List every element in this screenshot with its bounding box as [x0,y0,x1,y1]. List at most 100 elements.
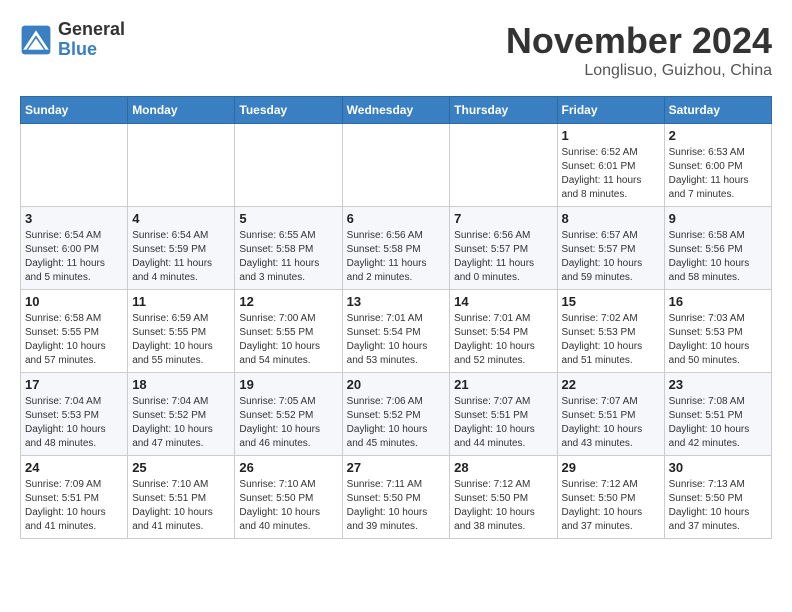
day-number: 8 [562,211,660,226]
day-number: 6 [347,211,446,226]
calendar-cell: 20Sunrise: 7:06 AM Sunset: 5:52 PM Dayli… [342,373,450,456]
day-info: Sunrise: 7:01 AM Sunset: 5:54 PM Dayligh… [347,312,446,368]
day-info: Sunrise: 6:58 AM Sunset: 5:55 PM Dayligh… [25,312,123,368]
calendar-cell: 22Sunrise: 7:07 AM Sunset: 5:51 PM Dayli… [557,373,664,456]
calendar-week-row: 10 Sunrise: 6:58 AM Sunset: 5:55 PM Dayli… [21,290,772,373]
weekday-header: Wednesday [342,97,450,124]
calendar-cell: 26Sunrise: 7:10 AM Sunset: 5:50 PM Dayli… [235,456,342,539]
day-number: 21 [454,377,552,392]
day-number: 14 [454,294,552,309]
day-number: 17 [25,377,123,392]
calendar-cell: 3 Sunrise: 6:54 AM Sunset: 6:00 PM Daylig… [21,207,128,290]
day-number: 18 [132,377,230,392]
day-info: Sunrise: 6:54 AM Sunset: 5:59 PM Dayligh… [132,229,230,285]
weekday-header: Tuesday [235,97,342,124]
day-info: Sunrise: 7:08 AM Sunset: 5:51 PM Dayligh… [669,395,767,451]
day-info: Sunrise: 7:13 AM Sunset: 5:50 PM Dayligh… [669,478,767,534]
day-info: Sunrise: 6:55 AM Sunset: 5:58 PM Dayligh… [239,229,337,285]
day-info: Sunrise: 7:04 AM Sunset: 5:53 PM Dayligh… [25,395,123,451]
day-info: Sunrise: 6:59 AM Sunset: 5:55 PM Dayligh… [132,312,230,368]
day-number: 27 [347,460,446,475]
day-info: Sunrise: 7:12 AM Sunset: 5:50 PM Dayligh… [562,478,660,534]
calendar-week-row: 1Sunrise: 6:52 AM Sunset: 6:01 PM Daylig… [21,124,772,207]
day-info: Sunrise: 6:57 AM Sunset: 5:57 PM Dayligh… [562,229,660,285]
calendar-cell: 18 Sunrise: 7:04 AM Sunset: 5:52 PM Dayli… [128,373,235,456]
day-number: 15 [562,294,660,309]
calendar-cell: 29 Sunrise: 7:12 AM Sunset: 5:50 PM Dayli… [557,456,664,539]
weekday-header: Monday [128,97,235,124]
day-number: 26 [239,460,337,475]
calendar-cell [21,124,128,207]
day-number: 7 [454,211,552,226]
logo-blue-text: Blue [58,40,125,60]
day-info: Sunrise: 7:01 AM Sunset: 5:54 PM Dayligh… [454,312,552,368]
day-number: 20 [347,377,446,392]
day-info: Sunrise: 7:05 AM Sunset: 5:52 PM Dayligh… [239,395,337,451]
day-info: Sunrise: 7:10 AM Sunset: 5:51 PM Dayligh… [132,478,230,534]
calendar-cell: 7 Sunrise: 6:56 AM Sunset: 5:57 PM Daylig… [450,207,557,290]
calendar-cell [235,124,342,207]
day-info: Sunrise: 6:52 AM Sunset: 6:01 PM Dayligh… [562,146,660,202]
calendar-cell: 30 Sunrise: 7:13 AM Sunset: 5:50 PM Dayli… [664,456,771,539]
calendar-cell: 5 Sunrise: 6:55 AM Sunset: 5:58 PM Daylig… [235,207,342,290]
day-number: 29 [562,460,660,475]
weekday-header: Thursday [450,97,557,124]
day-number: 4 [132,211,230,226]
calendar-cell [342,124,450,207]
logo-icon [20,24,52,56]
calendar-week-row: 17 Sunrise: 7:04 AM Sunset: 5:53 PM Dayli… [21,373,772,456]
day-info: Sunrise: 6:53 AM Sunset: 6:00 PM Dayligh… [669,146,767,202]
day-info: Sunrise: 7:04 AM Sunset: 5:52 PM Dayligh… [132,395,230,451]
calendar-cell: 24 Sunrise: 7:09 AM Sunset: 5:51 PM Dayli… [21,456,128,539]
day-info: Sunrise: 6:56 AM Sunset: 5:57 PM Dayligh… [454,229,552,285]
day-info: Sunrise: 6:58 AM Sunset: 5:56 PM Dayligh… [669,229,767,285]
day-number: 16 [669,294,767,309]
day-info: Sunrise: 6:56 AM Sunset: 5:58 PM Dayligh… [347,229,446,285]
calendar-cell: 6 Sunrise: 6:56 AM Sunset: 5:58 PM Daylig… [342,207,450,290]
calendar-cell: 13Sunrise: 7:01 AM Sunset: 5:54 PM Dayli… [342,290,450,373]
weekday-header: Friday [557,97,664,124]
location: Longlisuo, Guizhou, China [506,62,772,80]
calendar-cell: 2 Sunrise: 6:53 AM Sunset: 6:00 PM Daylig… [664,124,771,207]
day-number: 25 [132,460,230,475]
calendar-cell: 28 Sunrise: 7:12 AM Sunset: 5:50 PM Dayli… [450,456,557,539]
calendar-cell: 8 Sunrise: 6:57 AM Sunset: 5:57 PM Daylig… [557,207,664,290]
calendar-table: SundayMondayTuesdayWednesdayThursdayFrid… [20,96,772,539]
day-info: Sunrise: 7:12 AM Sunset: 5:50 PM Dayligh… [454,478,552,534]
month-title: November 2024 [506,20,772,62]
calendar-cell: 21Sunrise: 7:07 AM Sunset: 5:51 PM Dayli… [450,373,557,456]
calendar-cell: 15 Sunrise: 7:02 AM Sunset: 5:53 PM Dayli… [557,290,664,373]
calendar-week-row: 3 Sunrise: 6:54 AM Sunset: 6:00 PM Daylig… [21,207,772,290]
day-number: 23 [669,377,767,392]
day-number: 30 [669,460,767,475]
calendar-cell: 25 Sunrise: 7:10 AM Sunset: 5:51 PM Dayli… [128,456,235,539]
logo: General Blue [20,20,125,60]
calendar-cell: 27 Sunrise: 7:11 AM Sunset: 5:50 PM Dayli… [342,456,450,539]
calendar-cell [128,124,235,207]
page-header: General Blue November 2024 Longlisuo, Gu… [20,20,772,80]
day-number: 2 [669,128,767,143]
day-number: 11 [132,294,230,309]
day-info: Sunrise: 7:09 AM Sunset: 5:51 PM Dayligh… [25,478,123,534]
day-number: 24 [25,460,123,475]
day-number: 10 [25,294,123,309]
day-info: Sunrise: 7:00 AM Sunset: 5:55 PM Dayligh… [239,312,337,368]
weekday-header: Saturday [664,97,771,124]
day-info: Sunrise: 7:02 AM Sunset: 5:53 PM Dayligh… [562,312,660,368]
weekday-header: Sunday [21,97,128,124]
day-number: 12 [239,294,337,309]
calendar-cell: 1Sunrise: 6:52 AM Sunset: 6:01 PM Daylig… [557,124,664,207]
logo-text: General Blue [58,20,125,60]
day-info: Sunrise: 7:03 AM Sunset: 5:53 PM Dayligh… [669,312,767,368]
day-info: Sunrise: 6:54 AM Sunset: 6:00 PM Dayligh… [25,229,123,285]
logo-general-text: General [58,20,125,40]
calendar-week-row: 24 Sunrise: 7:09 AM Sunset: 5:51 PM Dayli… [21,456,772,539]
day-number: 22 [562,377,660,392]
day-number: 5 [239,211,337,226]
day-number: 19 [239,377,337,392]
calendar-cell [450,124,557,207]
calendar-cell: 4 Sunrise: 6:54 AM Sunset: 5:59 PM Daylig… [128,207,235,290]
day-number: 3 [25,211,123,226]
day-number: 28 [454,460,552,475]
day-info: Sunrise: 7:11 AM Sunset: 5:50 PM Dayligh… [347,478,446,534]
